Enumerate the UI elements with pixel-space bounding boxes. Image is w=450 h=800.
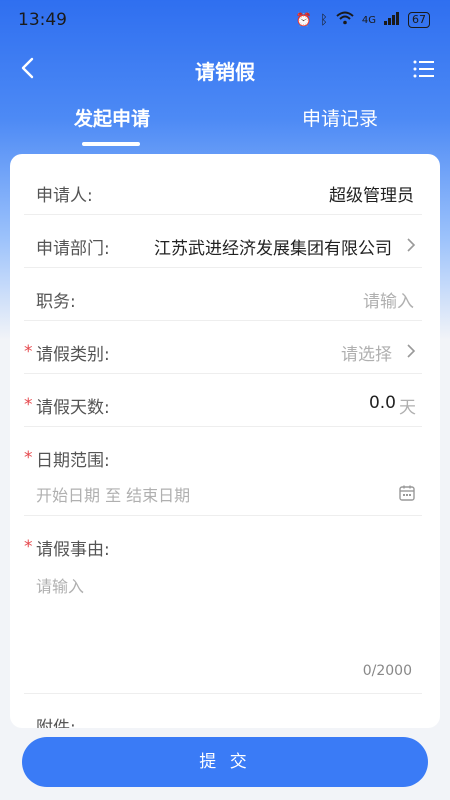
wifi-icon [336,11,354,29]
leave-type-select[interactable]: 请选择 [341,340,392,365]
required-mark: * [24,537,33,557]
menu-button[interactable] [412,57,436,81]
page-title: 请销假 [195,60,255,84]
chevron-right-icon [407,238,416,252]
leave-type-label: 请假类别: [36,345,110,365]
applicant-value: 超级管理员 [329,186,414,206]
chevron-right-icon [407,344,416,358]
reason-row: * 请假事由: 请输入 0/2000 [24,516,422,694]
tab-bar: 发起申请 申请记录 [0,104,450,154]
department-row[interactable]: 申请部门: 江苏武进经济发展集团有限公司 [24,215,422,268]
date-range-row[interactable]: * 日期范围: 开始日期 至 结束日期 [24,427,422,516]
submit-button[interactable]: 提 交 [22,737,428,787]
signal-icon [384,11,400,29]
reason-textarea[interactable]: 请输入 [36,573,84,597]
tab-records[interactable]: 申请记录 [302,104,378,131]
tab-active-indicator [82,142,140,146]
form-card: 申请人: 超级管理员 申请部门: 江苏武进经济发展集团有限公司 职务: 请输入 … [10,154,440,728]
attachment-label: 附件: [36,718,76,728]
battery-indicator: 67 [408,12,430,28]
status-time: 13:49 [18,10,67,30]
leave-days-unit: 天 [399,398,416,418]
department-label: 申请部门: [36,239,110,259]
reason-char-counter: 0/2000 [362,663,412,679]
calendar-icon[interactable] [398,484,416,502]
bluetooth-icon: ᛒ [320,12,328,28]
required-mark: * [24,448,33,468]
nav-bar: 请销假 [0,45,450,93]
network-type: 4G [361,14,376,26]
status-icons: ⏰ ᛒ 4G 67 [296,11,430,29]
leave-type-row[interactable]: * 请假类别: 请选择 [24,321,422,374]
date-range-input[interactable]: 开始日期 至 结束日期 [36,482,190,506]
required-mark: * [24,342,33,362]
tab-apply[interactable]: 发起申请 [74,104,150,131]
position-row[interactable]: 职务: 请输入 [24,268,422,321]
leave-days-row: * 请假天数: 0.0 天 [24,374,422,427]
leave-days-value: 0.0 [368,393,396,413]
date-range-label: 日期范围: [36,451,110,471]
position-label: 职务: [36,292,76,312]
reason-label: 请假事由: [36,540,110,560]
applicant-row: 申请人: 超级管理员 [24,162,422,215]
position-input[interactable]: 请输入 [363,287,414,312]
applicant-label: 申请人: [36,186,93,206]
required-mark: * [24,395,33,415]
status-bar: 13:49 ⏰ ᛒ 4G 67 [0,0,450,40]
alarm-icon: ⏰ [295,12,313,28]
department-value: 江苏武进经济发展集团有限公司 [154,239,392,259]
attachment-row: 附件: [24,694,422,728]
list-icon [413,60,434,78]
leave-days-label: 请假天数: [36,398,110,418]
